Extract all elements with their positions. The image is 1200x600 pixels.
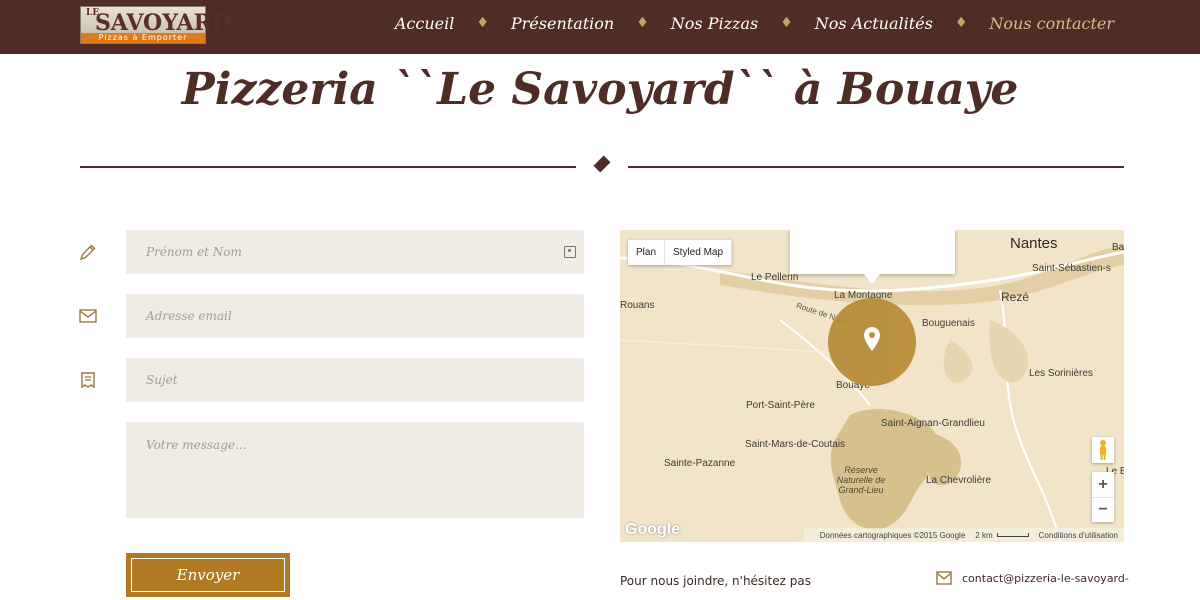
map-label-saint-sebastien: Saint-Sébastien-s <box>1032 263 1111 274</box>
name-input[interactable]: Prénom et Nom <box>126 230 584 274</box>
subject-input-placeholder: Sujet <box>146 373 178 387</box>
contact-card-icon <box>564 246 576 258</box>
contact-intro-text: Pour nous joindre, n'hésitez pas <box>620 574 811 588</box>
nav-item-accueil[interactable]: Accueil <box>395 14 454 33</box>
contact-email-row: contact@pizzeria-le-savoyard- <box>936 571 1129 585</box>
envelope-icon <box>79 309 97 323</box>
envelope-icon <box>936 571 952 585</box>
top-navigation-bar: LE SAVOYARD Pizzas à Emporter Accueil ♦ … <box>0 0 1200 54</box>
contact-email-link[interactable]: contact@pizzeria-le-savoyard- <box>962 572 1129 585</box>
nav-separator-diamond-icon: ♦ <box>636 15 649 31</box>
nav-separator-diamond-icon: ♦ <box>780 15 793 31</box>
map-label-reserve: Réserve Naturelle de Grand-Lieu <box>836 465 886 495</box>
title-divider-left <box>80 166 576 168</box>
map-footer: Données cartographiques ©2015 Google 2 k… <box>803 528 1124 542</box>
message-textarea[interactable]: Votre message... <box>126 422 584 518</box>
nav-item-nous-contacter[interactable]: Nous contacter <box>989 14 1114 33</box>
map-label-saint-mars: Saint-Mars-de-Coutais <box>745 439 846 450</box>
main-nav: Accueil ♦ Présentation ♦ Nos Pizzas ♦ No… <box>395 0 1114 46</box>
zoom-in-button[interactable]: + <box>1092 472 1114 497</box>
map-label-ba: Ba <box>1112 242 1124 253</box>
map-type-plan-button[interactable]: Plan <box>628 240 666 265</box>
map-type-styled-button[interactable]: Styled Map <box>665 240 733 265</box>
site-logo[interactable]: LE SAVOYARD Pizzas à Emporter <box>80 6 231 44</box>
map-type-control: Plan Styled Map <box>628 240 733 265</box>
map-scale-label: 2 km <box>975 530 993 540</box>
nav-item-nos-pizzas[interactable]: Nos Pizzas <box>671 14 758 33</box>
map-info-popup <box>790 230 955 284</box>
zoom-out-button[interactable]: − <box>1092 497 1114 522</box>
map-pin-icon <box>864 327 880 351</box>
map-zoom-control: + − <box>1092 472 1114 522</box>
map-data-attribution: Données cartographiques ©2015 Google <box>819 530 966 540</box>
map-label-nantes: Nantes <box>1010 235 1058 252</box>
title-divider-right <box>628 166 1124 168</box>
subject-input[interactable]: Sujet <box>126 358 584 402</box>
pencil-icon <box>79 244 96 261</box>
email-input[interactable]: Adresse email <box>126 294 584 338</box>
google-logo: Google <box>625 521 681 538</box>
map-label-saint-aignan: Saint-Aignan-Grandlieu <box>881 418 985 429</box>
pegman-icon <box>1100 440 1106 460</box>
nav-separator-diamond-icon: ♦ <box>954 15 968 31</box>
map-label-sainte-pazanne: Sainte-Pazanne <box>664 458 736 469</box>
map-scale-bar <box>996 533 1029 537</box>
map-location-marker[interactable] <box>828 298 916 386</box>
email-input-placeholder: Adresse email <box>146 309 232 323</box>
map-label-bouguenais: Bouguenais <box>922 318 975 329</box>
map-label-les-sorinieres: Les Sorinières <box>1029 368 1093 379</box>
divider-diamond-icon <box>593 155 611 173</box>
nav-item-nos-actualites[interactable]: Nos Actualités <box>815 14 933 33</box>
map-label-reze: Rezé <box>1001 290 1030 304</box>
nav-item-presentation[interactable]: Présentation <box>511 14 614 33</box>
google-map[interactable]: Nantes Ba Saint-Sébastien-s Le Pellerin … <box>620 230 1124 542</box>
map-terms-link[interactable]: Conditions d'utilisation <box>1039 531 1118 540</box>
street-view-pegman-button[interactable] <box>1092 437 1114 463</box>
map-label-rouans: Rouans <box>620 300 655 311</box>
name-input-placeholder: Prénom et Nom <box>146 245 242 259</box>
send-button[interactable]: Envoyer <box>126 553 290 597</box>
nav-separator-diamond-icon: ♦ <box>476 15 489 31</box>
map-label-port-saint-pere: Port-Saint-Père <box>746 400 815 411</box>
page-title: Pizzeria ``Le Savoyard`` à Bouaye <box>181 64 1019 115</box>
map-label-la-chevroliere: La Chevrolière <box>926 475 992 486</box>
message-textarea-placeholder: Votre message... <box>146 438 247 452</box>
note-icon <box>81 372 95 389</box>
logo-tagline: Pizzas à Emporter <box>81 33 205 43</box>
